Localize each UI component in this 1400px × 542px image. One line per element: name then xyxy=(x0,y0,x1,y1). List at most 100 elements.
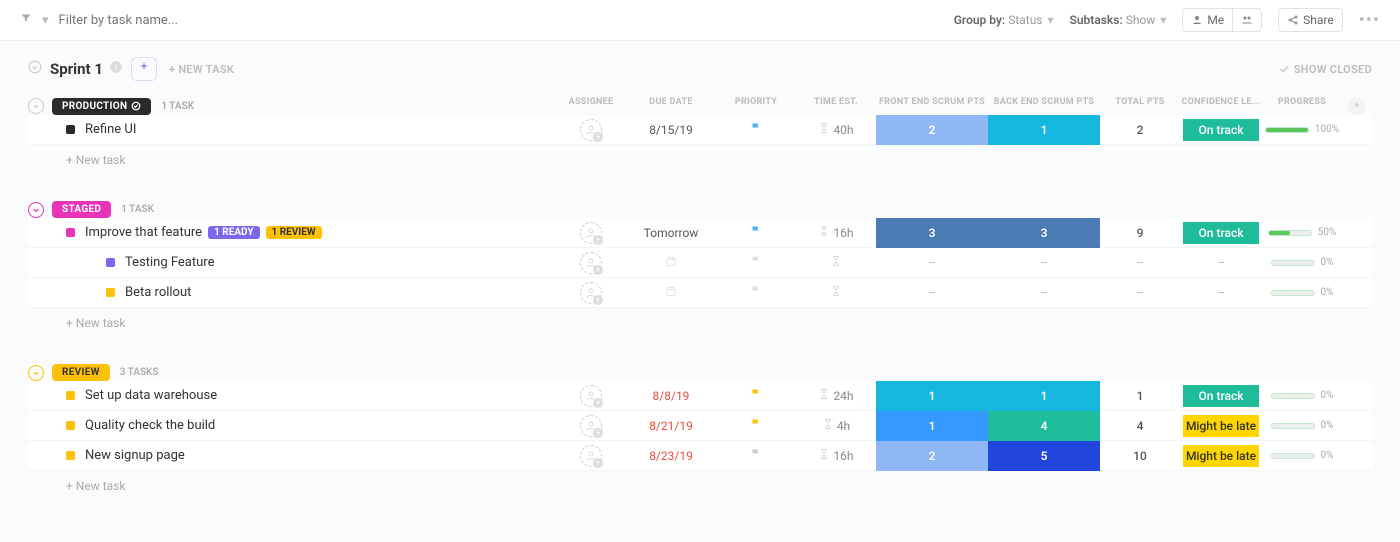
status-dot[interactable] xyxy=(66,391,75,400)
sparkle-icon[interactable] xyxy=(131,57,157,81)
progress-cell[interactable]: 0% xyxy=(1271,257,1334,268)
total-points[interactable]: 1 xyxy=(1100,381,1180,411)
status-dot[interactable] xyxy=(66,421,75,430)
total-points[interactable]: – xyxy=(1100,248,1180,278)
new-task-button[interactable]: + NEW TASK xyxy=(169,63,234,76)
total-points[interactable]: 9 xyxy=(1100,218,1180,248)
more-icon[interactable]: ••• xyxy=(1359,10,1380,31)
task-row[interactable]: Set up data warehouse 8/8/19 24h 1 1 1 O… xyxy=(28,381,1372,411)
assignee-avatar[interactable] xyxy=(580,415,602,437)
chevron-down-icon[interactable]: ▾ xyxy=(42,13,49,28)
priority-flag-icon[interactable] xyxy=(750,122,762,137)
status-dot[interactable] xyxy=(66,125,75,134)
total-points[interactable]: 10 xyxy=(1100,441,1180,471)
time-estimate[interactable]: 24h xyxy=(818,388,853,403)
priority-flag-icon[interactable] xyxy=(750,255,762,270)
hourglass-icon[interactable] xyxy=(830,285,842,300)
fe-scrum-points[interactable]: 2 xyxy=(876,441,988,471)
be-scrum-points[interactable]: 5 xyxy=(988,441,1100,471)
priority-flag-icon[interactable] xyxy=(750,388,762,403)
task-name[interactable]: Refine UI xyxy=(85,122,136,137)
fe-scrum-points[interactable]: 1 xyxy=(876,381,988,411)
assignee-avatar[interactable] xyxy=(580,222,602,244)
task-name[interactable]: Testing Feature xyxy=(125,255,214,270)
assignee-avatar[interactable] xyxy=(580,282,602,304)
assignee-avatar[interactable] xyxy=(580,445,602,467)
progress-cell[interactable]: 100% xyxy=(1265,124,1339,135)
fe-scrum-points[interactable]: 2 xyxy=(876,115,988,145)
fe-scrum-points[interactable]: 3 xyxy=(876,218,988,248)
hourglass-icon[interactable] xyxy=(830,255,842,270)
be-scrum-points[interactable]: – xyxy=(988,278,1100,308)
due-date[interactable]: 8/15/19 xyxy=(649,123,693,137)
be-scrum-points[interactable]: 4 xyxy=(988,411,1100,441)
be-scrum-points[interactable]: 1 xyxy=(988,115,1100,145)
group-by-dropdown[interactable]: Group by: Status ▾ xyxy=(954,13,1054,27)
confidence-badge[interactable]: On track xyxy=(1183,119,1259,141)
info-icon[interactable]: i xyxy=(109,60,123,78)
total-points[interactable]: 4 xyxy=(1100,411,1180,441)
collapse-group-icon[interactable] xyxy=(28,202,44,218)
priority-flag-icon[interactable] xyxy=(750,285,762,300)
confidence-badge[interactable]: – xyxy=(1217,256,1225,270)
task-tag[interactable]: 1 REVIEW xyxy=(266,226,322,239)
task-row[interactable]: Quality check the build 8/21/19 4h 1 4 4… xyxy=(28,411,1372,441)
priority-flag-icon[interactable] xyxy=(750,225,762,240)
assignee-avatar[interactable] xyxy=(580,252,602,274)
progress-cell[interactable]: 50% xyxy=(1268,227,1337,238)
time-estimate[interactable]: 16h xyxy=(818,448,853,463)
time-estimate[interactable]: 16h xyxy=(818,225,853,240)
new-task-row[interactable]: + New task xyxy=(28,471,1372,501)
fe-scrum-points[interactable]: 1 xyxy=(876,411,988,441)
confidence-badge[interactable]: Might be late xyxy=(1183,445,1259,467)
priority-flag-icon[interactable] xyxy=(750,448,762,463)
status-dot[interactable] xyxy=(106,258,115,267)
new-task-row[interactable]: + New task xyxy=(28,145,1372,175)
confidence-badge[interactable]: – xyxy=(1217,286,1225,300)
status-pill[interactable]: REVIEW xyxy=(52,364,110,381)
confidence-badge[interactable]: On track xyxy=(1183,222,1259,244)
time-estimate[interactable]: 4h xyxy=(822,418,850,433)
priority-flag-icon[interactable] xyxy=(750,418,762,433)
task-row[interactable]: Improve that feature 1 READY1 REVIEW Tom… xyxy=(28,218,1372,248)
progress-cell[interactable]: 0% xyxy=(1271,390,1334,401)
collapse-sprint-icon[interactable] xyxy=(28,60,42,78)
task-name[interactable]: Beta rollout xyxy=(125,285,191,300)
status-dot[interactable] xyxy=(66,228,75,237)
status-dot[interactable] xyxy=(106,288,115,297)
confidence-badge[interactable]: Might be late xyxy=(1183,415,1259,437)
be-scrum-points[interactable]: – xyxy=(988,248,1100,278)
be-scrum-points[interactable]: 3 xyxy=(988,218,1100,248)
calendar-icon[interactable] xyxy=(665,285,677,300)
task-row[interactable]: Testing Feature – – – – 0% xyxy=(28,248,1372,278)
new-task-row[interactable]: + New task xyxy=(28,308,1372,338)
task-tag[interactable]: 1 READY xyxy=(208,226,259,239)
due-date[interactable]: 8/23/19 xyxy=(649,449,693,463)
task-row[interactable]: Refine UI 8/15/19 40h 2 1 2 On track 100… xyxy=(28,115,1372,145)
collapse-group-icon[interactable] xyxy=(28,365,44,381)
total-points[interactable]: – xyxy=(1100,278,1180,308)
me-button[interactable]: Me xyxy=(1182,8,1233,32)
task-row[interactable]: Beta rollout – – – – 0% xyxy=(28,278,1372,308)
task-name[interactable]: Set up data warehouse xyxy=(85,388,217,403)
task-name[interactable]: Quality check the build xyxy=(85,418,215,433)
progress-cell[interactable]: 0% xyxy=(1271,450,1334,461)
show-closed-toggle[interactable]: SHOW CLOSED xyxy=(1278,63,1372,76)
assignee-avatar[interactable] xyxy=(580,385,602,407)
progress-cell[interactable]: 0% xyxy=(1271,287,1334,298)
filter-input[interactable] xyxy=(59,13,954,28)
due-date[interactable]: 8/21/19 xyxy=(649,419,693,433)
task-row[interactable]: New signup page 8/23/19 16h 2 5 10 Might… xyxy=(28,441,1372,471)
status-dot[interactable] xyxy=(66,451,75,460)
fe-scrum-points[interactable]: – xyxy=(876,248,988,278)
due-date[interactable]: Tomorrow xyxy=(644,226,699,240)
task-name[interactable]: New signup page xyxy=(85,448,185,463)
subtasks-dropdown[interactable]: Subtasks: Show ▾ xyxy=(1070,13,1167,27)
status-pill[interactable]: STAGED xyxy=(52,201,111,218)
add-column-button[interactable]: + xyxy=(1342,97,1372,115)
calendar-icon[interactable] xyxy=(665,255,677,270)
status-pill[interactable]: PRODUCTION xyxy=(52,98,151,115)
collapse-group-icon[interactable] xyxy=(28,98,44,114)
be-scrum-points[interactable]: 1 xyxy=(988,381,1100,411)
due-date[interactable]: 8/8/19 xyxy=(653,389,690,403)
